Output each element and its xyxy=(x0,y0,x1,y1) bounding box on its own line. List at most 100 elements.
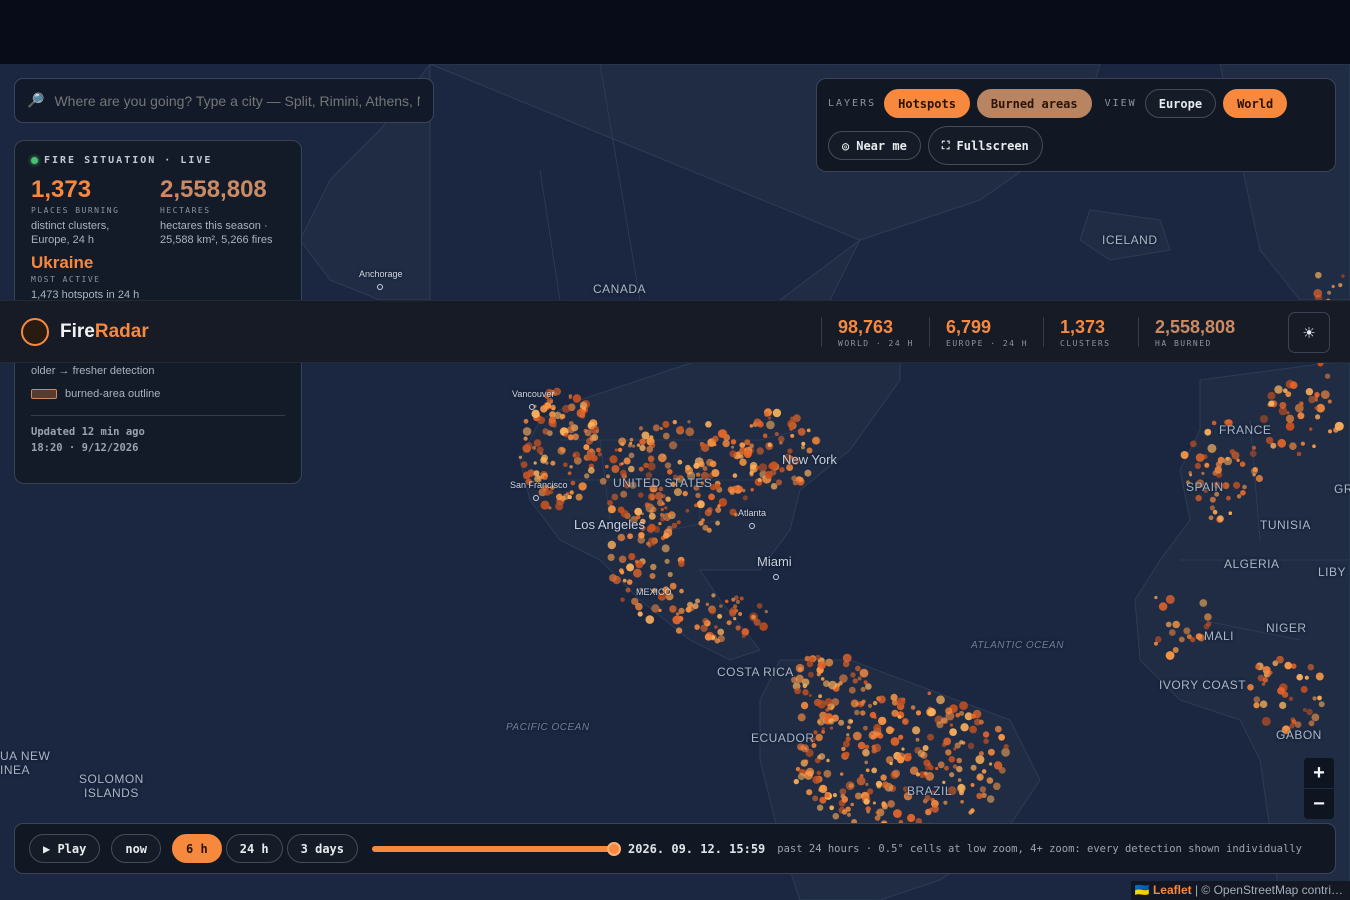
search-input[interactable] xyxy=(54,92,421,109)
updated-timestamp: 18:20 · 9/12/2026 xyxy=(31,442,139,454)
fire-hotspot xyxy=(563,462,568,468)
range-3days-button[interactable]: 3 days xyxy=(286,834,358,863)
fire-hotspot xyxy=(806,789,813,796)
fire-hotspot xyxy=(1239,461,1246,468)
fire-hotspot xyxy=(907,752,912,757)
fire-hotspot xyxy=(717,613,723,619)
fire-hotspot xyxy=(865,768,870,773)
fire-hotspot xyxy=(540,457,547,464)
fire-hotspot xyxy=(1277,438,1287,448)
burned-areas-toggle[interactable]: Burned areas xyxy=(976,89,1092,118)
fire-hotspot xyxy=(662,432,670,440)
play-button[interactable]: ▶ Play xyxy=(29,834,101,863)
fire-hotspot xyxy=(956,765,963,773)
fire-hotspot xyxy=(848,686,856,694)
near-me-button[interactable]: ◎ Near me xyxy=(828,131,921,160)
fire-hotspot xyxy=(1302,708,1307,712)
slider-handle[interactable] xyxy=(607,841,621,856)
fire-hotspot xyxy=(818,788,822,792)
fire-hotspot xyxy=(817,661,827,670)
range-24h-button[interactable]: 24 h xyxy=(225,834,283,863)
fire-hotspot xyxy=(1178,636,1185,643)
fire-hotspot xyxy=(1208,515,1214,521)
target-icon: ◎ xyxy=(842,138,850,153)
fire-hotspot xyxy=(717,628,725,636)
fire-hotspot xyxy=(820,677,825,681)
fire-hotspot xyxy=(638,492,644,498)
fire-hotspot xyxy=(665,496,671,502)
fire-hotspot xyxy=(586,452,594,461)
brand-name[interactable]: FireRadar xyxy=(60,321,149,343)
fire-hotspot xyxy=(614,448,618,452)
fire-hotspot xyxy=(910,705,916,710)
fire-hotspot xyxy=(732,473,738,478)
view-world-button[interactable]: World xyxy=(1223,89,1288,118)
fire-hotspot xyxy=(787,419,796,428)
fire-hotspot xyxy=(552,424,557,428)
label-libya: LIBY xyxy=(1318,565,1347,579)
fire-hotspot xyxy=(838,719,845,726)
fire-hotspot xyxy=(667,469,673,475)
label-iceland: ICELAND xyxy=(1102,233,1158,247)
fire-hotspot xyxy=(576,408,586,418)
fire-hotspot xyxy=(912,726,921,735)
fire-hotspot xyxy=(685,427,695,437)
fire-hotspot xyxy=(977,774,982,780)
fire-hotspot xyxy=(739,458,747,466)
label-new-york: New York xyxy=(782,452,837,467)
fire-hotspot xyxy=(1285,391,1292,398)
fire-hotspot xyxy=(555,493,563,501)
fire-hotspot xyxy=(623,457,631,465)
fire-hotspot xyxy=(865,806,871,812)
zoom-in-button[interactable]: + xyxy=(1304,758,1334,788)
fire-hotspot xyxy=(638,426,644,431)
fire-hotspot xyxy=(1195,453,1205,462)
fire-hotspot xyxy=(845,736,851,742)
fire-hotspot xyxy=(628,553,636,561)
fire-hotspot xyxy=(658,608,662,613)
fire-hotspot xyxy=(533,461,537,465)
fire-hotspot xyxy=(1298,401,1304,407)
search-box[interactable]: 🔎 xyxy=(14,78,434,123)
zoom-out-button[interactable]: − xyxy=(1304,789,1334,819)
fire-hotspot xyxy=(662,454,666,458)
most-active-country: Ukraine xyxy=(31,253,94,272)
fire-hotspot xyxy=(1217,515,1224,522)
fire-hotspot xyxy=(818,753,826,760)
fire-hotspot xyxy=(627,533,633,540)
fire-hotspot xyxy=(969,725,977,734)
time-slider[interactable] xyxy=(372,841,621,856)
fire-hotspot xyxy=(959,790,964,796)
fire-hotspot xyxy=(1209,505,1215,511)
brand-second: Radar xyxy=(94,321,149,342)
fire-hotspot xyxy=(1274,385,1283,394)
view-europe-button[interactable]: Europe xyxy=(1144,89,1217,118)
fire-hotspot xyxy=(1194,462,1201,469)
fire-hotspot xyxy=(976,792,983,800)
fire-hotspot xyxy=(1261,682,1266,686)
fire-hotspot xyxy=(731,597,736,602)
fire-hotspot xyxy=(1327,290,1332,295)
leaflet-link[interactable]: Leaflet xyxy=(1153,883,1192,897)
range-6h-button[interactable]: 6 h xyxy=(172,834,222,863)
now-button[interactable]: now xyxy=(111,834,162,863)
fire-hotspot xyxy=(685,508,690,513)
fire-hotspot xyxy=(1172,647,1179,653)
fire-hotspot xyxy=(806,428,811,433)
fire-hotspot xyxy=(970,713,977,719)
fire-hotspot xyxy=(816,804,824,811)
fire-hotspot xyxy=(804,759,809,764)
fire-hotspot xyxy=(801,441,806,446)
fire-hotspot xyxy=(898,734,904,740)
hotspots-toggle[interactable]: Hotspots xyxy=(884,89,970,118)
theme-toggle-button[interactable]: ☀ xyxy=(1288,312,1330,353)
fire-hotspot xyxy=(1249,450,1257,457)
fire-hotspot xyxy=(1314,392,1320,398)
hectares-label: HECTARES xyxy=(160,206,211,215)
fullscreen-button[interactable]: ⛶ Fullscreen xyxy=(927,126,1043,165)
fire-hotspot xyxy=(936,695,945,705)
fire-hotspot xyxy=(700,624,708,632)
places-burning-label: PLACES BURNING xyxy=(31,206,120,215)
fire-hotspot xyxy=(704,633,713,641)
fire-hotspot xyxy=(1268,400,1275,407)
